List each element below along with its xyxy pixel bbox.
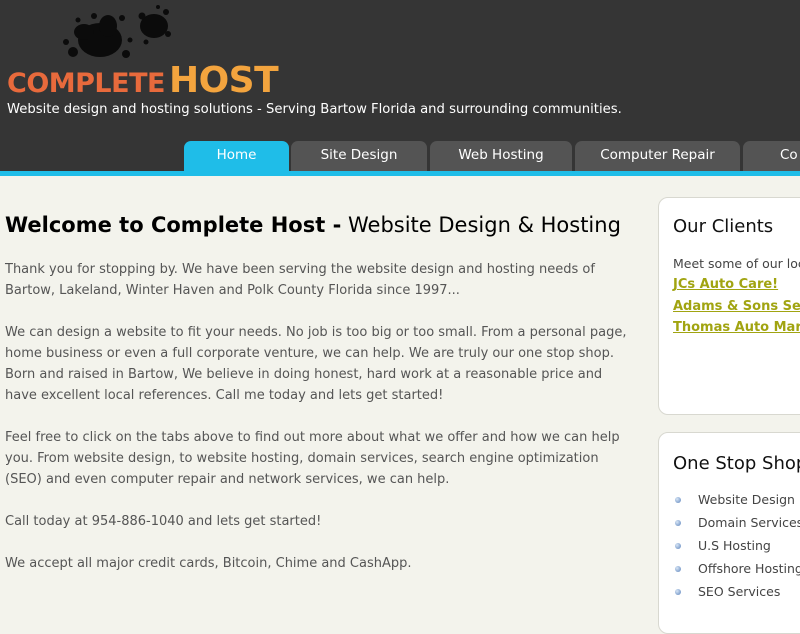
shop-item-label: Offshore Hosting <box>698 561 800 576</box>
one-stop-shop-title: One Stop Shop <box>673 453 800 474</box>
one-stop-shop-list: Website Design Domain Services U.S Hosti… <box>673 488 800 603</box>
one-stop-shop-box: One Stop Shop Website Design Domain Serv… <box>658 432 800 634</box>
tab-contact-partial[interactable]: Co <box>743 141 800 171</box>
bullet-icon <box>675 543 681 549</box>
logo-word-host: HOST <box>168 60 279 101</box>
our-clients-intro: Meet some of our local <box>673 256 800 271</box>
shop-item-domain-services[interactable]: Domain Services <box>673 511 800 534</box>
bullet-icon <box>675 497 681 503</box>
site-header: COMPLETE HOST Website design and hosting … <box>0 0 800 171</box>
shop-item-label: U.S Hosting <box>698 538 771 553</box>
our-clients-box: Our Clients Meet some of our local JCs A… <box>658 197 800 415</box>
logo-word-complete: COMPLETE <box>7 68 165 99</box>
main-content: Welcome to Complete Host - Website Desig… <box>5 210 630 595</box>
design-paragraph: We can design a website to fit your need… <box>5 325 627 403</box>
page-title-rest: Website Design & Hosting <box>348 213 621 237</box>
shop-item-website-design[interactable]: Website Design <box>673 488 800 511</box>
tab-site-design[interactable]: Site Design <box>291 141 427 171</box>
shop-item-label: SEO Services <box>698 584 781 599</box>
ink-splatter-logo-icon <box>63 5 171 58</box>
shop-item-us-hosting[interactable]: U.S Hosting <box>673 534 800 557</box>
shop-item-label: Website Design <box>698 492 795 507</box>
our-clients-title: Our Clients <box>673 216 774 237</box>
tab-home[interactable]: Home <box>184 141 289 171</box>
call-paragraph: Call today at 954-886-1040 and lets get … <box>5 514 322 529</box>
shop-item-label: Domain Services <box>698 515 800 530</box>
client-link-jcs-auto-care[interactable]: JCs Auto Care! <box>673 277 778 292</box>
payment-paragraph: We accept all major credit cards, Bitcoi… <box>5 556 412 571</box>
nav-accent-stripe <box>0 171 800 176</box>
client-link-adams-sons[interactable]: Adams & Sons Servic <box>673 299 800 314</box>
bullet-icon <box>675 589 681 595</box>
client-link-thomas-auto-mart[interactable]: Thomas Auto Mart <box>673 320 800 335</box>
bullet-icon <box>675 566 681 572</box>
page-title-bold: Welcome to Complete Host - <box>5 213 342 237</box>
page-title: Welcome to Complete Host - Website Desig… <box>5 210 630 240</box>
intro-paragraph: Thank you for stopping by. We have been … <box>5 262 595 298</box>
bullet-icon <box>675 520 681 526</box>
shop-item-offshore-hosting[interactable]: Offshore Hosting <box>673 557 800 580</box>
tab-web-hosting[interactable]: Web Hosting <box>430 141 572 171</box>
site-tagline: Website design and hosting solutions - S… <box>7 102 622 117</box>
site-logo[interactable]: COMPLETE HOST <box>7 60 279 101</box>
services-paragraph: Feel free to click on the tabs above to … <box>5 430 620 487</box>
tab-computer-repair[interactable]: Computer Repair <box>575 141 740 171</box>
